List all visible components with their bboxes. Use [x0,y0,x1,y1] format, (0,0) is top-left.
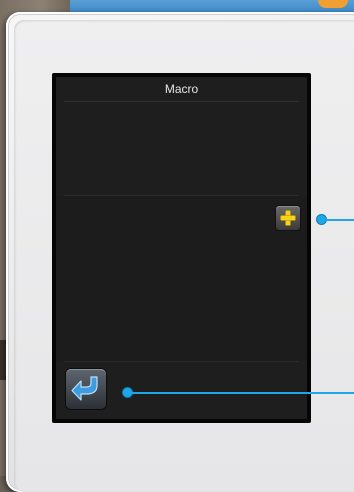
add-macro-button[interactable] [276,206,300,230]
add-callout-line [325,219,354,221]
back-button[interactable] [66,369,106,409]
plus-icon [280,210,296,226]
title-divider [64,101,299,102]
return-arrow-icon [71,376,98,401]
page-title: Macro [164,82,199,96]
back-callout-line [131,392,354,394]
macro-list-area [56,196,307,361]
list-divider-bottom [64,361,299,362]
macro-screen: Macro [56,77,307,419]
